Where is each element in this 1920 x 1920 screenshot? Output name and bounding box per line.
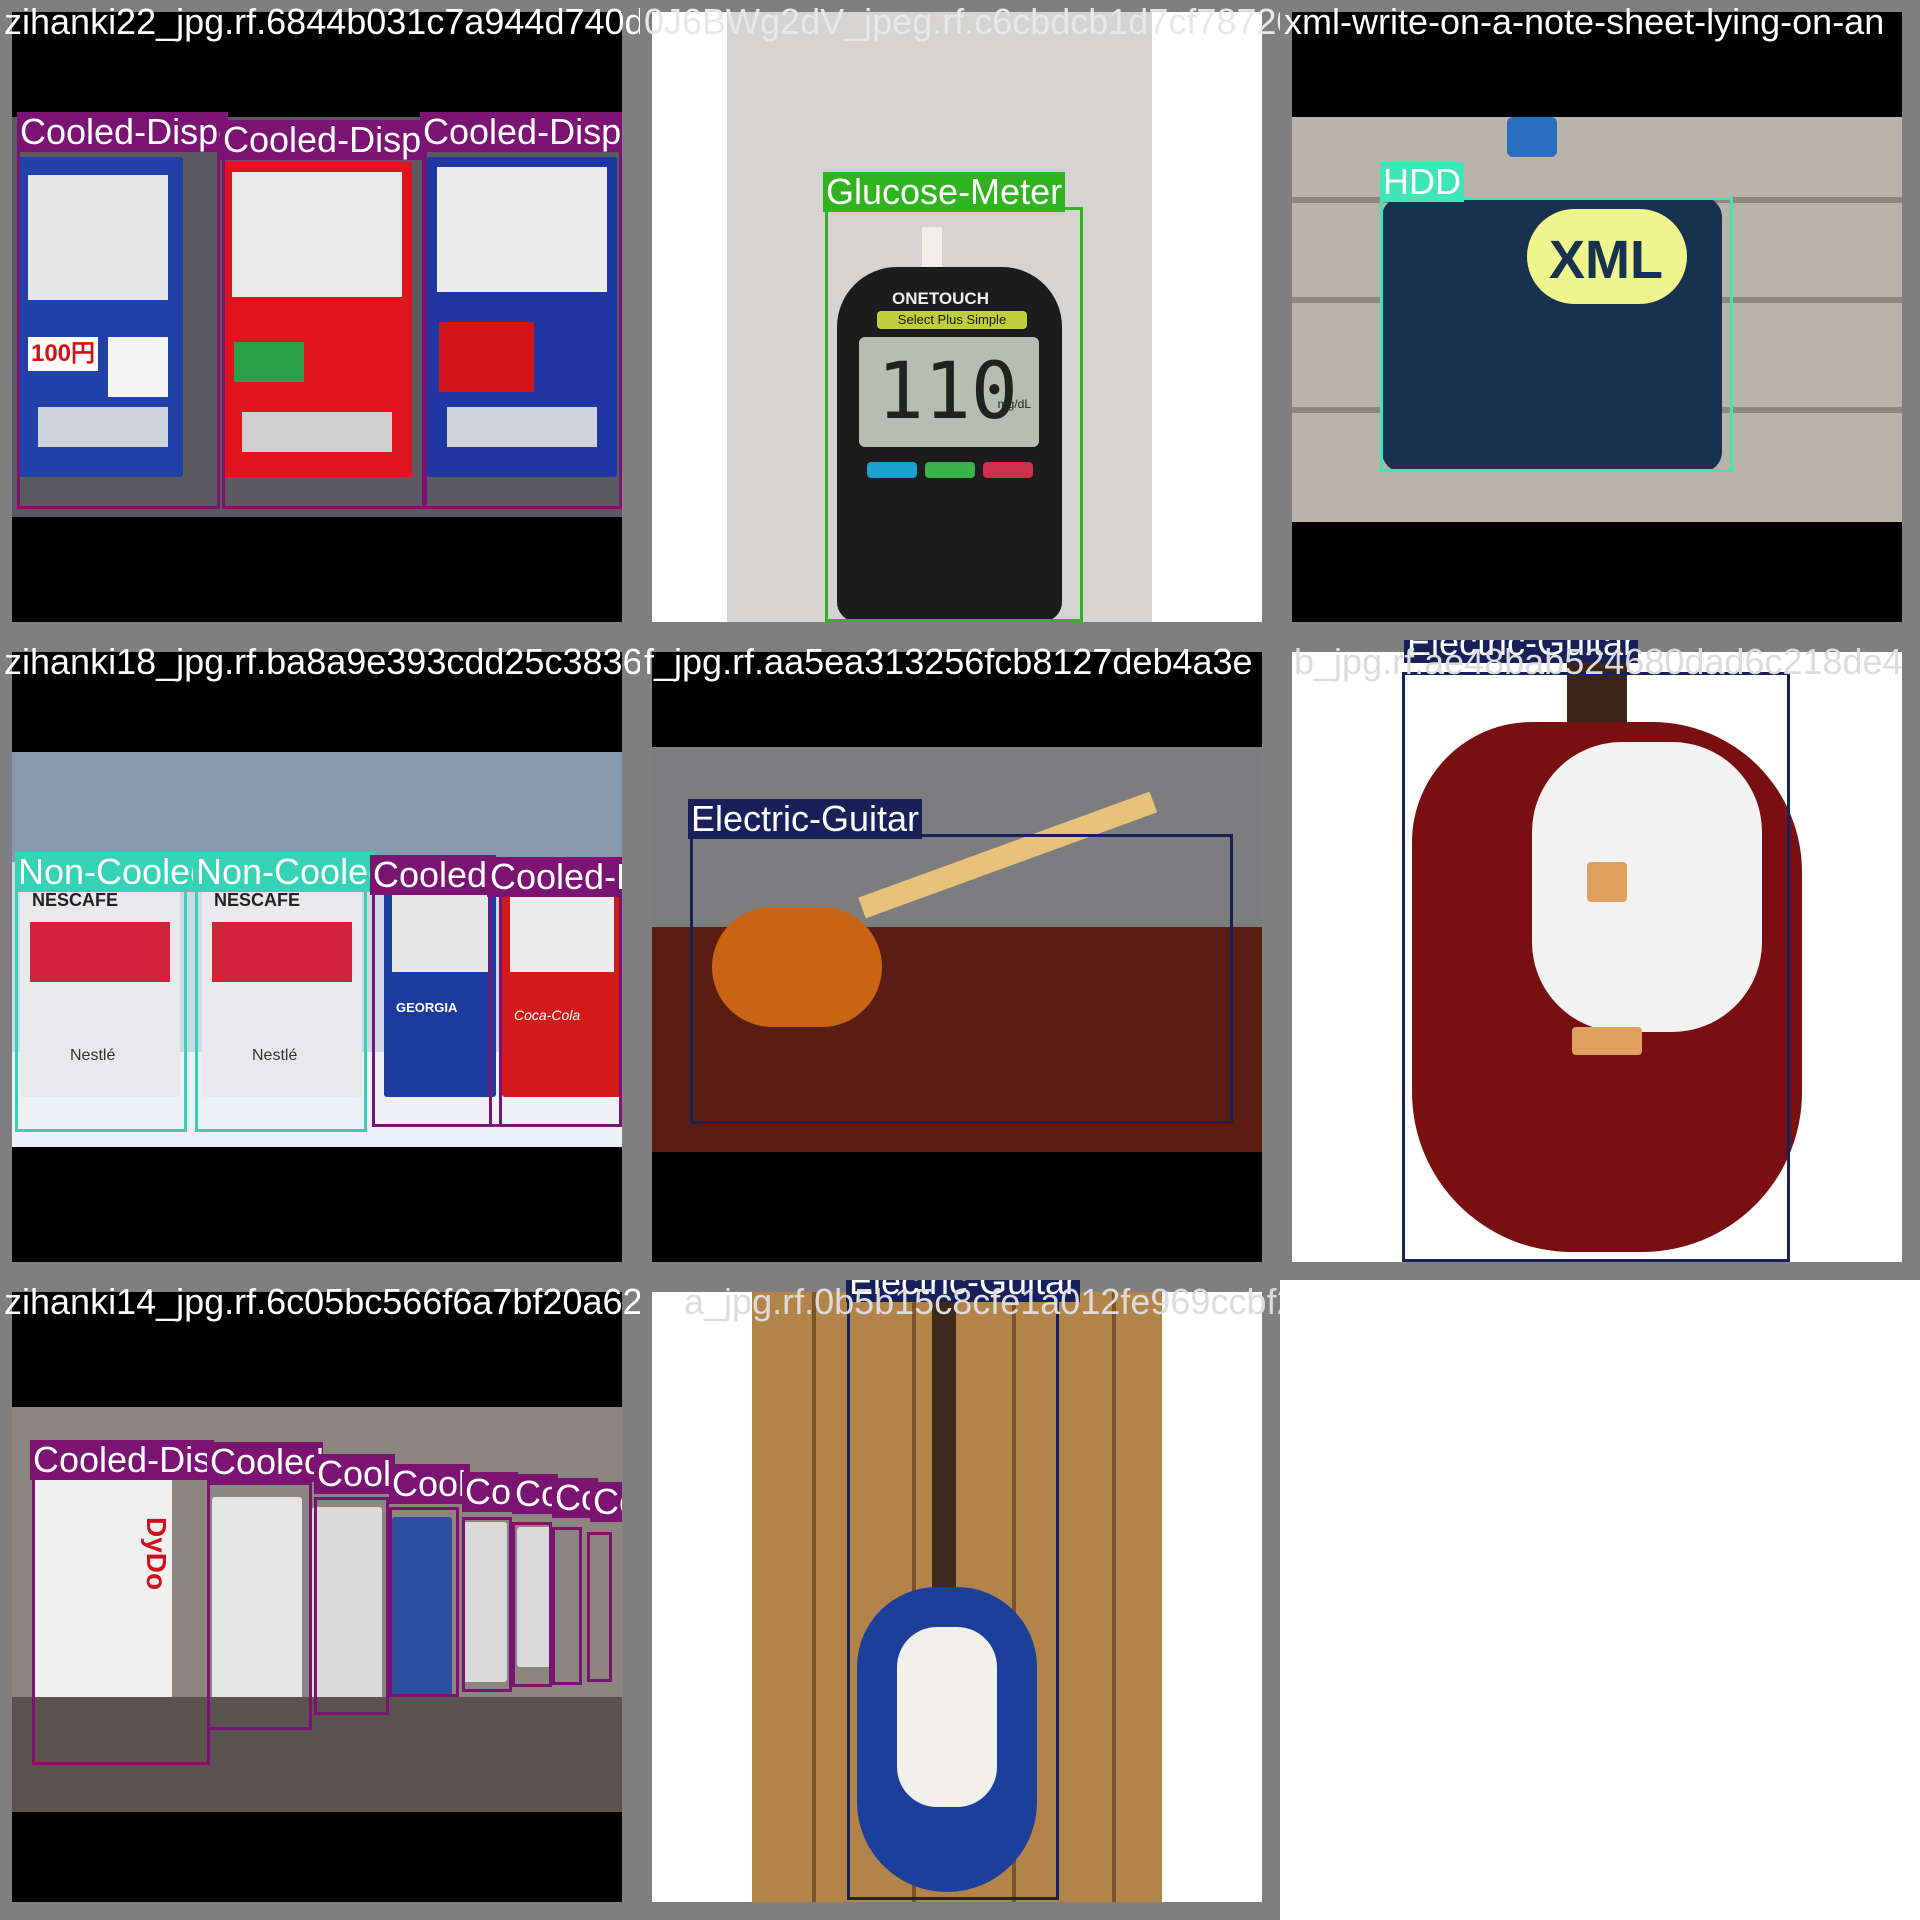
label-cooled-dispenser: Cooled-Dispenser xyxy=(487,857,622,897)
bbox-glucose-meter xyxy=(825,207,1083,622)
mosaic-grid: 100円 Cooled-Dispenser Cooled-Dispe xyxy=(0,0,1920,1920)
bbox-cooled-dispenser xyxy=(314,1497,389,1715)
label-non-cooled-dispenser: Non-Cooled-Dispenser xyxy=(15,852,197,892)
bbox-cooled-dispenser xyxy=(462,1517,512,1692)
tile-canvas xyxy=(1292,652,1902,1262)
label-cooled-dispenser: Cooled-Dispenser xyxy=(590,1482,622,1522)
label-non-cooled-dispenser: Non-Cooled-Dispenser xyxy=(193,852,375,892)
filename-label: zihanki22_jpg.rf.6844b031c7a944d740d84cB xyxy=(4,1,640,42)
tile-5: Electric-Guitar f_jpg.rf.aa5ea313256fcb8… xyxy=(640,640,1280,1280)
filename-label: b_jpg.rf.ae48bab524680dad6c218de4 xyxy=(1294,641,1903,682)
bbox-non-cooled-dispenser xyxy=(195,882,367,1132)
label-glucose-meter: Glucose-Meter xyxy=(823,172,1066,212)
bbox-cooled-dispenser xyxy=(552,1527,582,1685)
label-cooled-dispenser: Cooled-Dispenser xyxy=(30,1440,214,1480)
tile-canvas xyxy=(652,1292,1262,1902)
label-cooled-dispenser: Cooled-Dispenser xyxy=(370,855,496,895)
bbox-cooled-dispenser xyxy=(17,117,220,509)
bbox-cooled-dispenser xyxy=(422,122,622,509)
tile-6: Electric-Guitar b_jpg.rf.ae48bab524680da… xyxy=(1280,640,1920,1280)
tile-canvas: Electric-Guitar xyxy=(652,652,1262,1262)
label-hdd: HDD xyxy=(1380,162,1464,202)
bbox-cooled-dispenser xyxy=(32,1447,210,1765)
filename-label: zihanki14_jpg.rf.6c05bc566f6a7bf20a62 xyxy=(4,1281,640,1322)
bbox-cooled-dispenser xyxy=(222,127,427,509)
tile-4: NESCAFÉ Nestlé NESCAFÉ Nestlé GEORGIA Co… xyxy=(0,640,640,1280)
bbox-electric-guitar xyxy=(847,1292,1059,1900)
label-cooled-dispenser: Cooled-Dispenser xyxy=(314,1454,395,1494)
tile-7: DyDo Cooled-Dispenser Cooled-Dispenser C… xyxy=(0,1280,640,1920)
bbox-cooled-dispenser xyxy=(512,1522,552,1687)
bbox-electric-guitar xyxy=(1402,672,1790,1262)
bbox-cooled-dispenser xyxy=(489,887,622,1127)
filename-label: a_jpg.rf.0b5b15c8cfe1a012fe969ccbf2071 xyxy=(684,1281,1280,1322)
label-cooled-dispenser: Cooled-Dispenser xyxy=(389,1464,470,1504)
label-cooled-dispenser: Cooled-Dispenser xyxy=(207,1442,323,1482)
tile-canvas: NESCAFÉ Nestlé NESCAFÉ Nestlé GEORGIA Co… xyxy=(12,652,622,1262)
filename-label: 0J6BWg2dV_jpeg.rf.c6cbdcb1d7cf78720ce5a xyxy=(644,1,1280,42)
tile-1: 100円 Cooled-Dispenser Cooled-Dispe xyxy=(0,0,640,640)
tile-8: Electric-Guitar a_jpg.rf.0b5b15c8cfe1a01… xyxy=(640,1280,1280,1920)
filename-label: f_jpg.rf.aa5ea313256fcb8127deb4a3e xyxy=(644,641,1253,682)
tile-2: ONETOUCH Select Plus Simple 110 mg/dL Gl… xyxy=(640,0,1280,640)
label-cooled-dispenser: Cooled-Dispenser xyxy=(220,120,426,160)
label-cooled-dispenser: Cooled-Dispenser xyxy=(17,112,228,152)
label-cooled-dispenser: Cooled-Dispenser xyxy=(420,112,622,152)
tile-canvas: 100円 Cooled-Dispenser Cooled-Dispe xyxy=(12,12,622,622)
filename-label: zihanki18_jpg.rf.ba8a9e393cdd25c38367830 xyxy=(4,641,640,682)
bbox-cooled-dispenser xyxy=(207,1482,312,1730)
bbox-non-cooled-dispenser xyxy=(15,882,187,1132)
bbox-cooled-dispenser xyxy=(587,1532,612,1682)
label-electric-guitar: Electric-Guitar xyxy=(688,799,923,839)
bbox-hdd xyxy=(1380,197,1733,472)
tile-canvas: ONETOUCH Select Plus Simple 110 mg/dL Gl… xyxy=(652,12,1262,622)
label-cooled-dispenser: Cooled-Dispenser xyxy=(462,1472,518,1512)
bbox-cooled-dispenser xyxy=(389,1507,459,1697)
bbox-cooled-dispenser xyxy=(372,882,502,1127)
tile-canvas: DyDo Cooled-Dispenser Cooled-Dispenser C… xyxy=(12,1292,622,1902)
filename-label: xml-write-on-a-note-sheet-lying-on-an xyxy=(1284,1,1885,42)
bbox-electric-guitar xyxy=(690,834,1233,1124)
tile-3: XML HDD xml-write-on-a-note-sheet-lying-… xyxy=(1280,0,1920,640)
tile-canvas: XML HDD xyxy=(1292,12,1902,622)
